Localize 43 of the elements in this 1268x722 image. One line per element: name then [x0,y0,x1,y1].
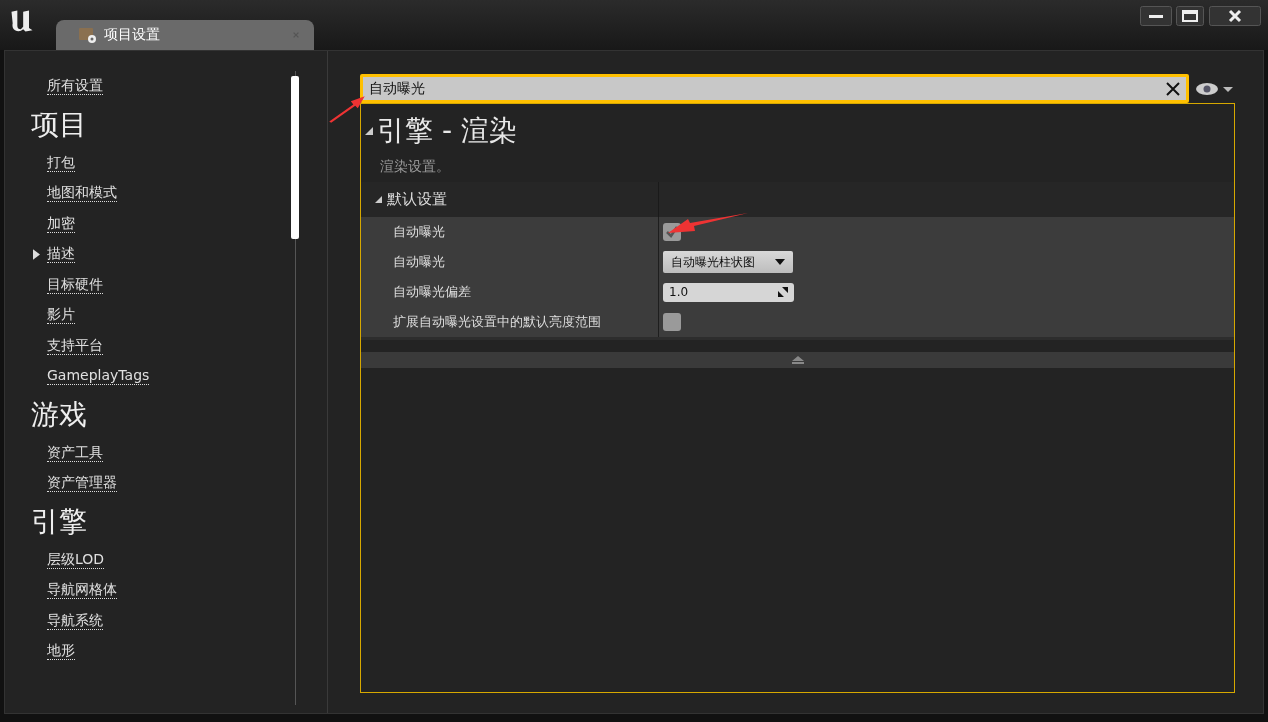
sidebar-link[interactable]: GameplayTags [47,367,150,386]
category-description: 渲染设置。 [379,157,450,176]
sidebar-link[interactable]: 打包 [47,153,75,172]
folder-gear-icon [78,25,98,45]
section-heading: 游戏 [31,396,88,433]
sidebar-link[interactable]: 影片 [47,306,75,325]
group-header[interactable]: 默认设置 [361,182,659,217]
sidebar-link[interactable]: 所有设置 [47,77,103,96]
property-label: 自动曝光偏差 [393,283,471,301]
sidebar-link[interactable]: 地形 [47,642,75,661]
checkbox[interactable] [663,313,681,331]
sidebar-link[interactable]: 导航网格体 [47,581,117,600]
close-button[interactable] [1208,6,1262,26]
project-settings-tab[interactable]: 项目设置 [56,20,314,50]
property-label: 扩展自动曝光设置中的默认亮度范围 [393,313,601,331]
property-label: 自动曝光 [393,223,445,241]
sidebar-link[interactable]: 支持平台 [47,336,103,355]
resize-arrows-icon [778,287,788,297]
property-label: 自动曝光 [393,253,445,271]
sidebar-link[interactable]: 目标硬件 [47,275,103,294]
sidebar-link[interactable]: 资产工具 [47,443,103,462]
dropdown[interactable]: 自动曝光柱状图 [663,251,793,273]
annotation-arrow [328,94,366,123]
sidebar-link[interactable]: 资产管理器 [47,474,117,493]
search-field[interactable]: 自动曝光 [360,74,1189,103]
collapse-arrow-icon [375,196,382,203]
clear-icon[interactable] [1166,81,1180,96]
section-heading: 项目 [31,106,88,143]
section-heading: 引擎 [31,503,88,540]
number-field[interactable]: 1.0 [663,282,794,302]
minimize-button[interactable] [1140,6,1172,26]
sidebar-link[interactable]: 层级LOD [47,550,105,569]
category-header[interactable]: 引擎 - 渲染 [361,104,517,150]
sidebar-link[interactable]: 地图和模式 [47,184,117,203]
caret-icon [775,259,785,265]
eye-dropdown-icon[interactable] [1195,80,1235,97]
sidebar-link[interactable]: 加密 [47,214,75,233]
scrollbar-thumb[interactable] [291,76,299,239]
sidebar-link[interactable]: 描述 [47,245,75,264]
sidebar-link[interactable]: 导航系统 [47,611,103,630]
collapse-arrow-icon [365,127,373,135]
collapse-up-icon[interactable] [791,356,804,364]
maximize-button[interactable] [1174,6,1206,26]
